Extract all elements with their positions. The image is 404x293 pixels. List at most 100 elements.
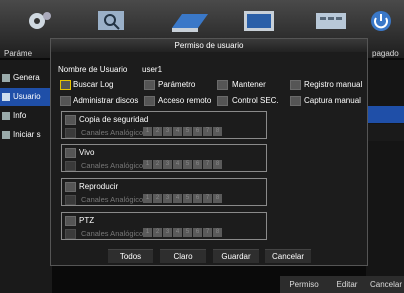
copia-de-seguridad-checkbox[interactable] (65, 115, 76, 125)
username-value: user1 (142, 65, 163, 74)
user-list-row[interactable] (366, 124, 404, 141)
vivo-checkbox[interactable] (65, 148, 76, 158)
group-sub-label: Canales Analógicos (81, 195, 147, 204)
channel-list: 12345678 (143, 127, 223, 137)
channel-2[interactable]: 2 (153, 160, 162, 169)
parametro-checkbox[interactable] (144, 80, 155, 90)
user-icon (2, 92, 10, 101)
user-list-row-selected[interactable] (366, 106, 404, 123)
channel-8[interactable]: 8 (213, 160, 222, 169)
info-icon (2, 111, 10, 120)
gear-icon[interactable] (14, 8, 60, 34)
administrar-discos-label: Administrar discos (73, 96, 139, 105)
channel-3[interactable]: 3 (163, 194, 172, 203)
guardar-button[interactable]: Guardar (213, 249, 259, 263)
channel-5[interactable]: 5 (183, 160, 192, 169)
cancelar-button[interactable]: Cancelar (265, 249, 311, 263)
channel-6[interactable]: 6 (193, 228, 202, 237)
username-label: Nombre de Usuario (58, 65, 128, 74)
channel-7[interactable]: 7 (203, 228, 212, 237)
sidebar-item-info[interactable]: Info (0, 107, 52, 125)
channel-3[interactable]: 3 (163, 160, 172, 169)
channel-1[interactable]: 1 (143, 228, 152, 237)
login-icon (2, 130, 10, 139)
channel-7[interactable]: 7 (203, 127, 212, 136)
acceso-remoto-label: Acceso remoto (158, 96, 212, 105)
mantener-label: Mantener (232, 80, 266, 89)
channel-list: 12345678 (143, 194, 223, 204)
channel-3[interactable]: 3 (163, 127, 172, 136)
channel-5[interactable]: 5 (183, 194, 192, 203)
sidebar: Genera Usuario Info Iniciar s (0, 60, 52, 293)
channel-2[interactable]: 2 (153, 127, 162, 136)
group-sub-label: Canales Analógicos (81, 128, 147, 137)
channel-4[interactable]: 4 (173, 160, 182, 169)
group-reproducir: Reproducir Canales Analógicos 12345678 (61, 178, 267, 206)
cancelar-bar-button[interactable]: Cancelar (368, 276, 404, 293)
acceso-remoto-checkbox[interactable] (144, 96, 155, 106)
group-vivo: Vivo Canales Analógicos 12345678 (61, 144, 267, 172)
channel-1[interactable]: 1 (143, 127, 152, 136)
permiso-button[interactable]: Permiso (284, 276, 324, 293)
search-icon[interactable] (88, 8, 134, 34)
group-copia-de-seguridad: Copia de seguridad Canales Analógicos 12… (61, 111, 267, 139)
group-title: Reproducir (79, 182, 119, 191)
power-icon[interactable] (358, 8, 404, 34)
sidebar-item-usuario[interactable]: Usuario (0, 88, 52, 106)
channel-6[interactable]: 6 (193, 194, 202, 203)
channel-7[interactable]: 7 (203, 194, 212, 203)
captura-manual-checkbox[interactable] (290, 96, 301, 106)
channel-1[interactable]: 1 (143, 194, 152, 203)
hdd-icon[interactable] (166, 8, 212, 34)
claro-button[interactable]: Claro (160, 249, 206, 263)
canales-analogicos-checkbox[interactable] (65, 229, 76, 239)
sidebar-item-label: Usuario (13, 92, 41, 101)
monitor-icon[interactable] (236, 8, 282, 34)
channel-1[interactable]: 1 (143, 160, 152, 169)
sidebar-item-label: Genera (13, 73, 40, 82)
todos-button[interactable]: Todos (108, 249, 153, 263)
buscar-log-checkbox[interactable] (60, 80, 71, 90)
channel-8[interactable]: 8 (213, 194, 222, 203)
buscar-log-label: Buscar Log (73, 80, 114, 89)
registro-manual-checkbox[interactable] (290, 80, 301, 90)
gear-icon (2, 73, 10, 82)
ptz-checkbox[interactable] (65, 216, 76, 226)
group-title: Copia de seguridad (79, 115, 149, 124)
control-sec-label: Control SEC. (232, 96, 279, 105)
channel-4[interactable]: 4 (173, 127, 182, 136)
group-title: Vivo (79, 148, 95, 157)
channel-4[interactable]: 4 (173, 194, 182, 203)
channel-2[interactable]: 2 (153, 194, 162, 203)
toolbar-label-apagado: pagado (372, 49, 399, 58)
sidebar-item-label: Iniciar s (13, 130, 41, 139)
sidebar-item-label: Info (13, 111, 27, 120)
channel-7[interactable]: 7 (203, 160, 212, 169)
toolbar-label-parametro: Paráme (4, 49, 33, 58)
channel-6[interactable]: 6 (193, 160, 202, 169)
parametro-label: Parámetro (158, 80, 196, 89)
channel-5[interactable]: 5 (183, 228, 192, 237)
reproducir-checkbox[interactable] (65, 182, 76, 192)
channel-list: 12345678 (143, 228, 223, 238)
channel-5[interactable]: 5 (183, 127, 192, 136)
channel-2[interactable]: 2 (153, 228, 162, 237)
sidebar-item-iniciar-sesion[interactable]: Iniciar s (0, 126, 52, 144)
mantener-checkbox[interactable] (217, 80, 228, 90)
administrar-discos-checkbox[interactable] (60, 96, 71, 106)
sidebar-item-general[interactable]: Genera (0, 69, 52, 87)
channel-8[interactable]: 8 (213, 127, 222, 136)
editar-button[interactable]: Editar (330, 276, 364, 293)
channel-6[interactable]: 6 (193, 127, 202, 136)
canales-analogicos-checkbox[interactable] (65, 161, 76, 171)
channel-3[interactable]: 3 (163, 228, 172, 237)
canales-analogicos-checkbox[interactable] (65, 128, 76, 138)
canales-analogicos-checkbox[interactable] (65, 195, 76, 205)
channel-4[interactable]: 4 (173, 228, 182, 237)
control-sec-checkbox[interactable] (217, 96, 228, 106)
channel-8[interactable]: 8 (213, 228, 222, 237)
captura-manual-label: Captura manual (304, 96, 361, 105)
bottom-action-bar: Permiso Editar Cancelar (280, 276, 404, 293)
keyboard-icon[interactable] (308, 8, 354, 34)
group-ptz: PTZ Canales Analógicos 12345678 (61, 212, 267, 240)
